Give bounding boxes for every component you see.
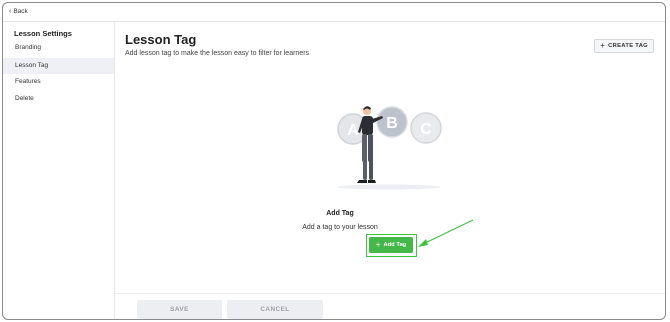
sidebar-title: Lesson Settings bbox=[14, 29, 72, 38]
main-content: Lesson Tag Add lesson tag to make the le… bbox=[115, 22, 665, 319]
page-subtitle: Add lesson tag to make the lesson easy t… bbox=[125, 50, 310, 57]
sidebar-item-branding[interactable]: Branding bbox=[3, 40, 114, 56]
back-label: Back bbox=[13, 8, 28, 15]
add-tag-highlight: + Add Tag bbox=[366, 234, 417, 257]
plus-icon: + bbox=[600, 41, 606, 50]
back-link[interactable]: ‹ Back bbox=[9, 8, 28, 15]
footer-actions: SAVE CANCEL bbox=[115, 293, 665, 319]
top-bar: ‹ Back bbox=[3, 3, 665, 22]
add-tag-button[interactable]: + Add Tag bbox=[369, 237, 413, 253]
sidebar-item-delete[interactable]: Delete bbox=[3, 91, 114, 107]
pointer-arrow-annotation bbox=[418, 219, 474, 247]
empty-state-subtitle: Add a tag to your lesson bbox=[302, 224, 378, 231]
letter-c: C bbox=[420, 121, 432, 138]
letter-b: B bbox=[386, 115, 398, 132]
sidebar-item-label: Lesson Tag bbox=[15, 62, 49, 69]
tag-illustration: A B C bbox=[337, 106, 442, 190]
sidebar-item-label: Branding bbox=[15, 44, 42, 51]
sidebar-item-features[interactable]: Features bbox=[3, 74, 114, 90]
cancel-button[interactable]: CANCEL bbox=[227, 300, 323, 319]
page-title: Lesson Tag bbox=[125, 32, 197, 47]
add-tag-label: Add Tag bbox=[383, 242, 407, 248]
sidebar-item-label: Delete bbox=[15, 95, 34, 102]
plus-icon: + bbox=[375, 240, 381, 249]
create-tag-label: CREATE TAG bbox=[608, 43, 648, 49]
app-window: ‹ Back Lesson Settings Branding Lesson T… bbox=[2, 2, 666, 320]
save-button[interactable]: SAVE bbox=[137, 300, 222, 319]
settings-sidebar: Lesson Settings Branding Lesson Tag Feat… bbox=[3, 22, 115, 319]
chevron-left-icon: ‹ bbox=[9, 8, 12, 15]
sidebar-item-label: Features bbox=[15, 78, 41, 85]
letter-a: A bbox=[347, 122, 359, 139]
empty-state-title: Add Tag bbox=[326, 210, 354, 217]
ground-shadow bbox=[337, 184, 441, 190]
create-tag-button[interactable]: + CREATE TAG bbox=[594, 39, 654, 53]
sidebar-item-lesson-tag[interactable]: Lesson Tag bbox=[3, 58, 114, 74]
